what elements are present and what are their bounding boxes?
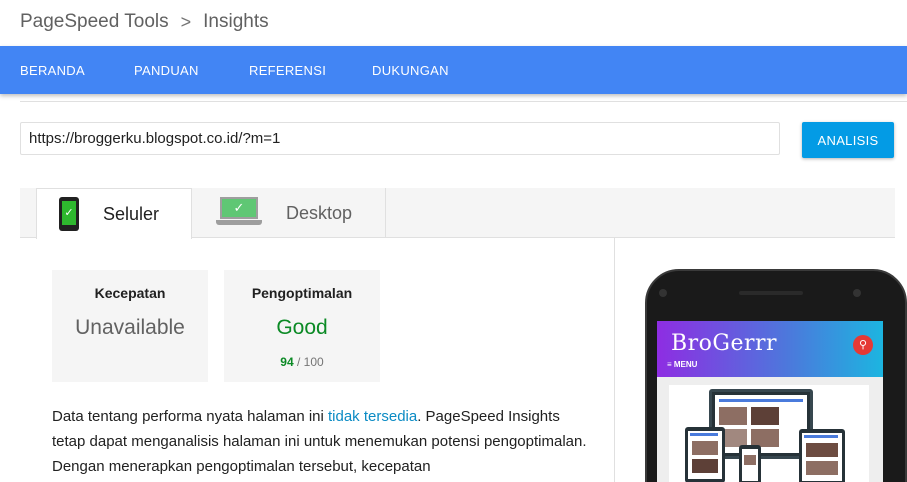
top-bar: PageSpeed Tools > Insights (0, 0, 907, 46)
device-speaker (739, 291, 803, 295)
analyze-button[interactable]: ANALISIS (802, 122, 894, 158)
tab-desktop[interactable]: ✓ Desktop (194, 188, 386, 238)
breadcrumb-separator: > (180, 11, 192, 32)
preview-site-header: BroGerrr ≡ MENU ⚲ (657, 321, 883, 377)
optimization-card: Pengoptimalan Good 94 / 100 (224, 270, 380, 382)
mobile-preview-device: BroGerrr ≡ MENU ⚲ (645, 269, 907, 482)
optimization-score-max: / 100 (297, 355, 324, 369)
tab-mobile[interactable]: ✓ Seluler (36, 188, 192, 239)
mobile-phone-check-icon: ✓ (59, 197, 79, 231)
speed-card-value: Unavailable (75, 316, 185, 339)
optimization-card-value: Good (276, 316, 328, 339)
tab-mobile-label: Seluler (103, 204, 160, 224)
speed-card: Kecepatan Unavailable (52, 270, 208, 382)
tab-desktop-label: Desktop (286, 203, 353, 223)
nav-item-referensi[interactable]: REFERENSI (249, 63, 326, 78)
breadcrumb: PageSpeed Tools > Insights (20, 11, 269, 33)
preview-tablet-graphic (685, 427, 725, 482)
main-nav: BERANDA PANDUAN REFERENSI DUKUNGAN (0, 46, 907, 94)
panel-divider (614, 238, 615, 482)
preview-phone-graphic (739, 445, 761, 482)
preview-menu-icon: ≡ MENU (667, 360, 698, 369)
device-tab-bar: ✓ Seluler ✓ Desktop (20, 188, 895, 239)
nav-item-dukungan[interactable]: DUKUNGAN (372, 63, 449, 78)
preview-search-icon: ⚲ (853, 335, 873, 355)
preview-hero-image (669, 385, 869, 482)
not-available-link[interactable]: tidak tersedia (328, 408, 417, 425)
nav-item-beranda[interactable]: BERANDA (20, 63, 85, 78)
divider (20, 101, 907, 102)
breadcrumb-insights[interactable]: Insights (203, 11, 268, 33)
mobile-preview-screen: BroGerrr ≡ MENU ⚲ (657, 321, 883, 482)
device-sensor (659, 289, 667, 297)
nav-item-panduan[interactable]: PANDUAN (134, 63, 199, 78)
url-input[interactable] (20, 122, 780, 155)
desktop-monitor-check-icon: ✓ (216, 197, 262, 227)
optimization-score-value: 94 (280, 355, 294, 369)
preview-tablet-graphic-2 (799, 429, 845, 482)
description-text: Data tentang performa nyata halaman ini … (52, 404, 597, 479)
description-before-link: Data tentang performa nyata halaman ini (52, 408, 328, 425)
speed-card-title: Kecepatan (94, 285, 166, 301)
breadcrumb-pagespeed-tools[interactable]: PageSpeed Tools (20, 11, 169, 33)
device-camera (853, 289, 861, 297)
optimization-card-title: Pengoptimalan (251, 285, 353, 301)
preview-site-logo: BroGerrr (671, 331, 778, 356)
optimization-score: 94 / 100 (224, 355, 380, 369)
